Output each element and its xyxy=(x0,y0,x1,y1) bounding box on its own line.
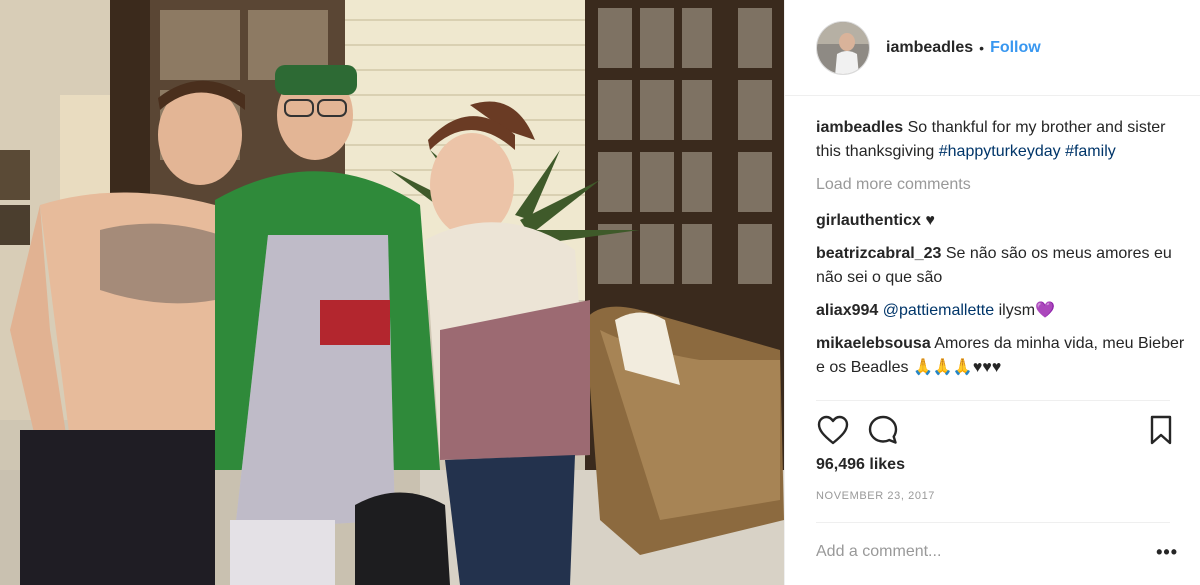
separator-dot: • xyxy=(979,39,985,56)
comment-item: aliax994 @pattiemallette ilysm💜 xyxy=(816,299,1186,323)
follow-button[interactable]: Follow xyxy=(990,39,1041,57)
comment-mention[interactable]: @pattiemallette xyxy=(883,302,994,319)
hashtag-happyturkeyday[interactable]: #happyturkeyday xyxy=(939,143,1061,160)
divider xyxy=(816,522,1170,523)
comment-item: mikaelebsousa Amores da minha vida, meu … xyxy=(816,332,1186,380)
comment-username[interactable]: beatrizcabral_23 xyxy=(816,245,941,262)
comment-item: beatrizcabral_23 Se não são os meus amor… xyxy=(816,242,1186,290)
more-options-button[interactable]: ••• xyxy=(1156,542,1178,563)
post-header: iambeadles • Follow xyxy=(785,0,1200,96)
like-button[interactable] xyxy=(816,413,850,447)
comment-input[interactable] xyxy=(816,543,1136,561)
avatar-image xyxy=(817,21,869,74)
photo-image xyxy=(0,0,784,585)
comment-username[interactable]: girlauthenticx xyxy=(816,212,921,229)
comment-username[interactable]: mikaelebsousa xyxy=(816,335,931,352)
comment-text: ♥ xyxy=(925,212,935,229)
heart-icon xyxy=(817,415,849,445)
action-bar xyxy=(816,412,1178,448)
comment-username[interactable]: aliax994 xyxy=(816,302,878,319)
post-date: NOVEMBER 23, 2017 xyxy=(816,490,936,502)
add-comment-bar: ••• xyxy=(816,530,1178,574)
comment-item: girlauthenticx ♥ xyxy=(816,209,1186,233)
bookmark-icon xyxy=(1150,415,1172,445)
save-button[interactable] xyxy=(1144,413,1178,447)
divider xyxy=(816,400,1170,401)
avatar[interactable] xyxy=(816,20,870,75)
load-more-comments-button[interactable]: Load more comments xyxy=(816,173,1186,197)
author-username[interactable]: iambeadles xyxy=(886,39,973,57)
comment-icon xyxy=(868,415,898,444)
comment-text: ilysm💜 xyxy=(998,302,1055,319)
caption-username[interactable]: iambeadles xyxy=(816,119,903,136)
caption: iambeadles So thankful for my brother an… xyxy=(816,116,1186,164)
comment-button[interactable] xyxy=(866,413,900,447)
comments-list: iambeadles So thankful for my brother an… xyxy=(816,116,1186,389)
post-sidebar: iambeadles • Follow iambeadles So thankf… xyxy=(784,0,1200,585)
likes-count[interactable]: 96,496 likes xyxy=(816,456,905,474)
post-photo[interactable] xyxy=(0,0,784,585)
hashtag-family[interactable]: #family xyxy=(1065,143,1116,160)
